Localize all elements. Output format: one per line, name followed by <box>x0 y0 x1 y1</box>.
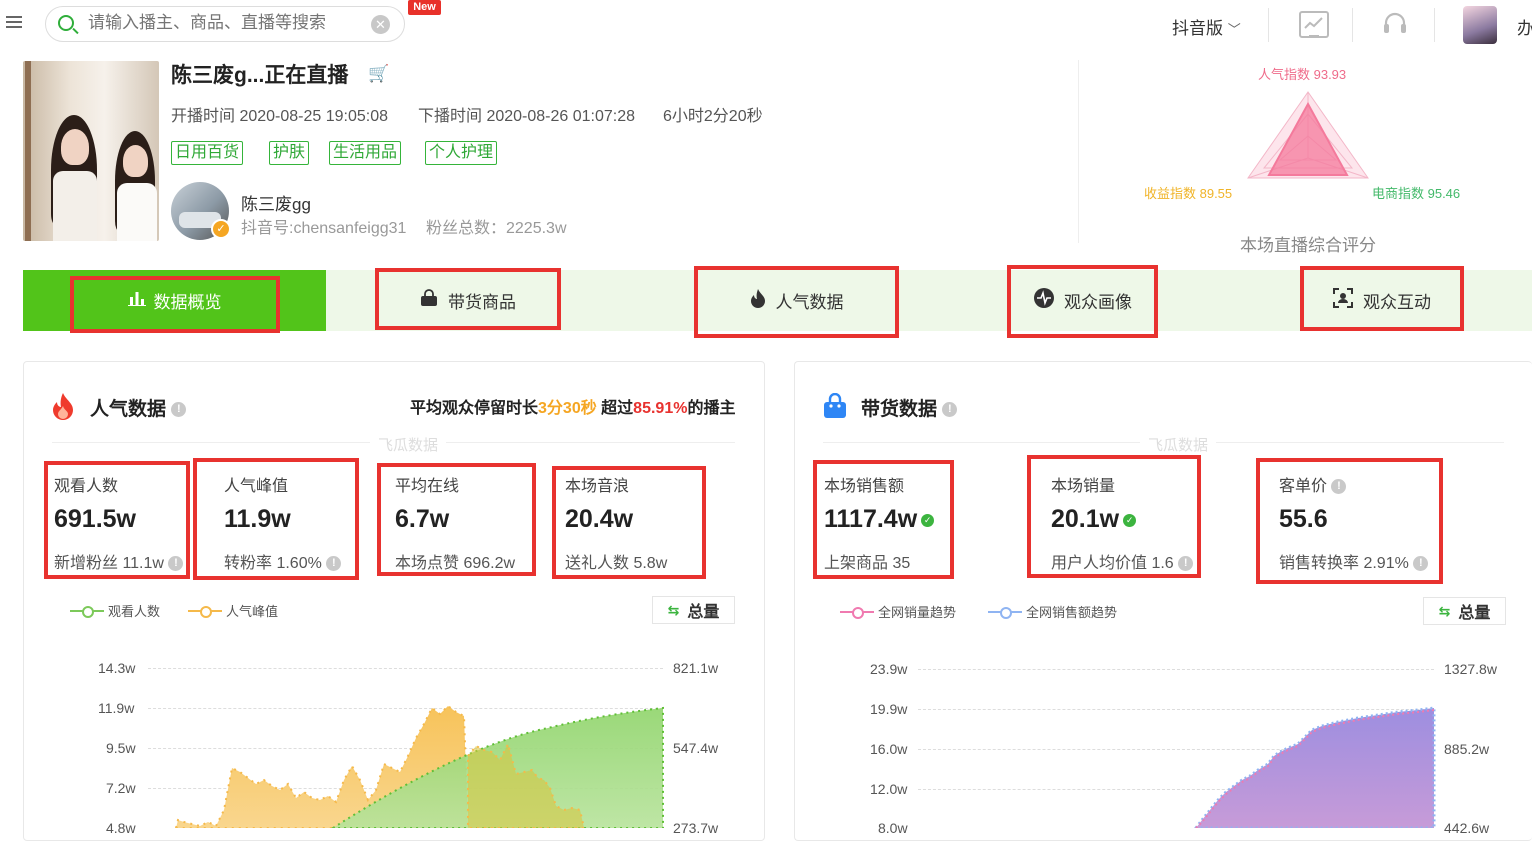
live-title[interactable]: 陈三废g...正在直播 <box>171 59 348 89</box>
popularity-trend-chart <box>174 704 664 828</box>
avg-stay-summary: 平均观众停留时长3分30秒 超过85.91%的播主 <box>410 400 736 417</box>
trend-chart-icon[interactable] <box>1299 11 1329 38</box>
revenue-index-label: 收益指数 89.55 <box>1144 186 1233 201</box>
popularity-section-title: 人气数据 ! <box>90 394 187 421</box>
watermark: 飞瓜数据 <box>370 434 447 455</box>
y-tick-right: 547.4w <box>673 740 719 756</box>
y-tick-left: 23.9w <box>870 661 908 677</box>
new-badge: New <box>408 0 441 15</box>
y-tick-left: 11.9w <box>98 700 135 716</box>
total-toggle-button[interactable]: ⇆ 总量 <box>652 596 735 624</box>
highlight-box <box>1300 266 1464 331</box>
info-icon[interactable]: ! <box>171 402 187 418</box>
legend-sales-revenue[interactable]: 全网销售额趋势 <box>988 602 1117 621</box>
highlight-box <box>377 463 536 576</box>
divider <box>1352 8 1353 42</box>
y-tick-right: 1327.8w <box>1444 661 1497 677</box>
y-tick-left: 9.5w <box>106 740 136 756</box>
y-tick-left: 8.0w <box>878 820 908 836</box>
swap-icon: ⇆ <box>667 601 680 618</box>
y-tick-right: 821.1w <box>673 660 719 676</box>
highlight-box <box>193 458 359 580</box>
total-toggle-button[interactable]: ⇆ 总量 <box>1423 597 1506 625</box>
search-icon <box>58 15 74 31</box>
y-tick-left: 19.9w <box>870 701 908 717</box>
anchor-name[interactable]: 陈三废gg <box>241 190 311 215</box>
fans-total: 粉丝总数：2225.3w <box>426 220 567 237</box>
end-time: 下播时间 2020-08-26 01:07:28 <box>418 108 636 125</box>
version-select[interactable]: 抖音版 ﹀ <box>1172 14 1241 39</box>
y-tick-right: 442.6w <box>1444 820 1490 836</box>
sales-section-title: 带货数据 ! <box>861 394 958 421</box>
highlight-box <box>375 268 561 330</box>
y-tick-right: 273.7w <box>673 820 719 836</box>
sales-area <box>1194 706 1436 828</box>
douyin-id: 抖音号:chensanfeigg31 <box>241 220 407 237</box>
y-tick-left: 4.8w <box>106 820 136 836</box>
highlight-box <box>1256 458 1443 584</box>
cart-icon: 🛒 <box>368 64 390 83</box>
category-tag[interactable]: 生活用品 <box>329 141 402 165</box>
swap-icon: ⇆ <box>1438 602 1451 619</box>
y-tick-left: 12.0w <box>870 781 908 797</box>
watermark: 飞瓜数据 <box>1140 434 1217 455</box>
headset-icon[interactable] <box>1381 10 1409 38</box>
highlight-box <box>552 466 706 579</box>
search-input[interactable] <box>88 13 348 33</box>
highlight-box <box>1007 265 1158 338</box>
user-name[interactable]: 办 <box>1517 14 1532 39</box>
menu-icon[interactable] <box>6 16 22 30</box>
highlight-box <box>694 266 899 338</box>
divider <box>1268 8 1269 42</box>
highlight-box <box>1027 455 1201 578</box>
y-tick-left: 14.3w <box>98 660 136 676</box>
user-avatar[interactable] <box>1463 6 1497 44</box>
legend-viewers[interactable]: 观看人数 <box>70 601 160 620</box>
live-duration: 6小时2分20秒 <box>663 108 763 125</box>
legend-peak[interactable]: 人气峰值 <box>188 601 278 620</box>
ecommerce-index-label: 电商指数 95.46 <box>1372 186 1461 201</box>
highlight-box <box>44 461 190 579</box>
highlight-box <box>813 460 954 579</box>
y-tick-right: 885.2w <box>1444 741 1490 757</box>
y-tick-left: 16.0w <box>870 741 908 757</box>
divider <box>1434 8 1435 42</box>
shopping-bag-icon <box>822 392 848 424</box>
start-time: 开播时间 2020-08-25 19:05:08 <box>171 108 389 125</box>
flame-icon <box>51 392 75 425</box>
category-tag[interactable]: 日用百货 <box>171 141 244 165</box>
category-tag[interactable]: 个人护理 <box>425 141 498 165</box>
radar-caption: 本场直播综合评分 <box>1240 236 1376 255</box>
divider <box>1078 60 1079 243</box>
chevron-down-icon: ﹀ <box>1227 22 1241 37</box>
info-icon[interactable]: ! <box>942 402 958 418</box>
verified-icon: ✓ <box>211 219 231 239</box>
sales-trend-chart <box>1194 706 1436 828</box>
legend-sales-volume[interactable]: 全网销量趋势 <box>840 602 956 621</box>
popularity-index-label: 人气指数 93.93 <box>1258 67 1347 82</box>
clear-search-icon[interactable]: ✕ <box>371 15 390 34</box>
highlight-box <box>70 276 280 333</box>
y-tick-left: 7.2w <box>106 780 136 796</box>
live-cover-image[interactable] <box>23 61 159 241</box>
category-tag[interactable]: 护肤 <box>269 141 310 165</box>
